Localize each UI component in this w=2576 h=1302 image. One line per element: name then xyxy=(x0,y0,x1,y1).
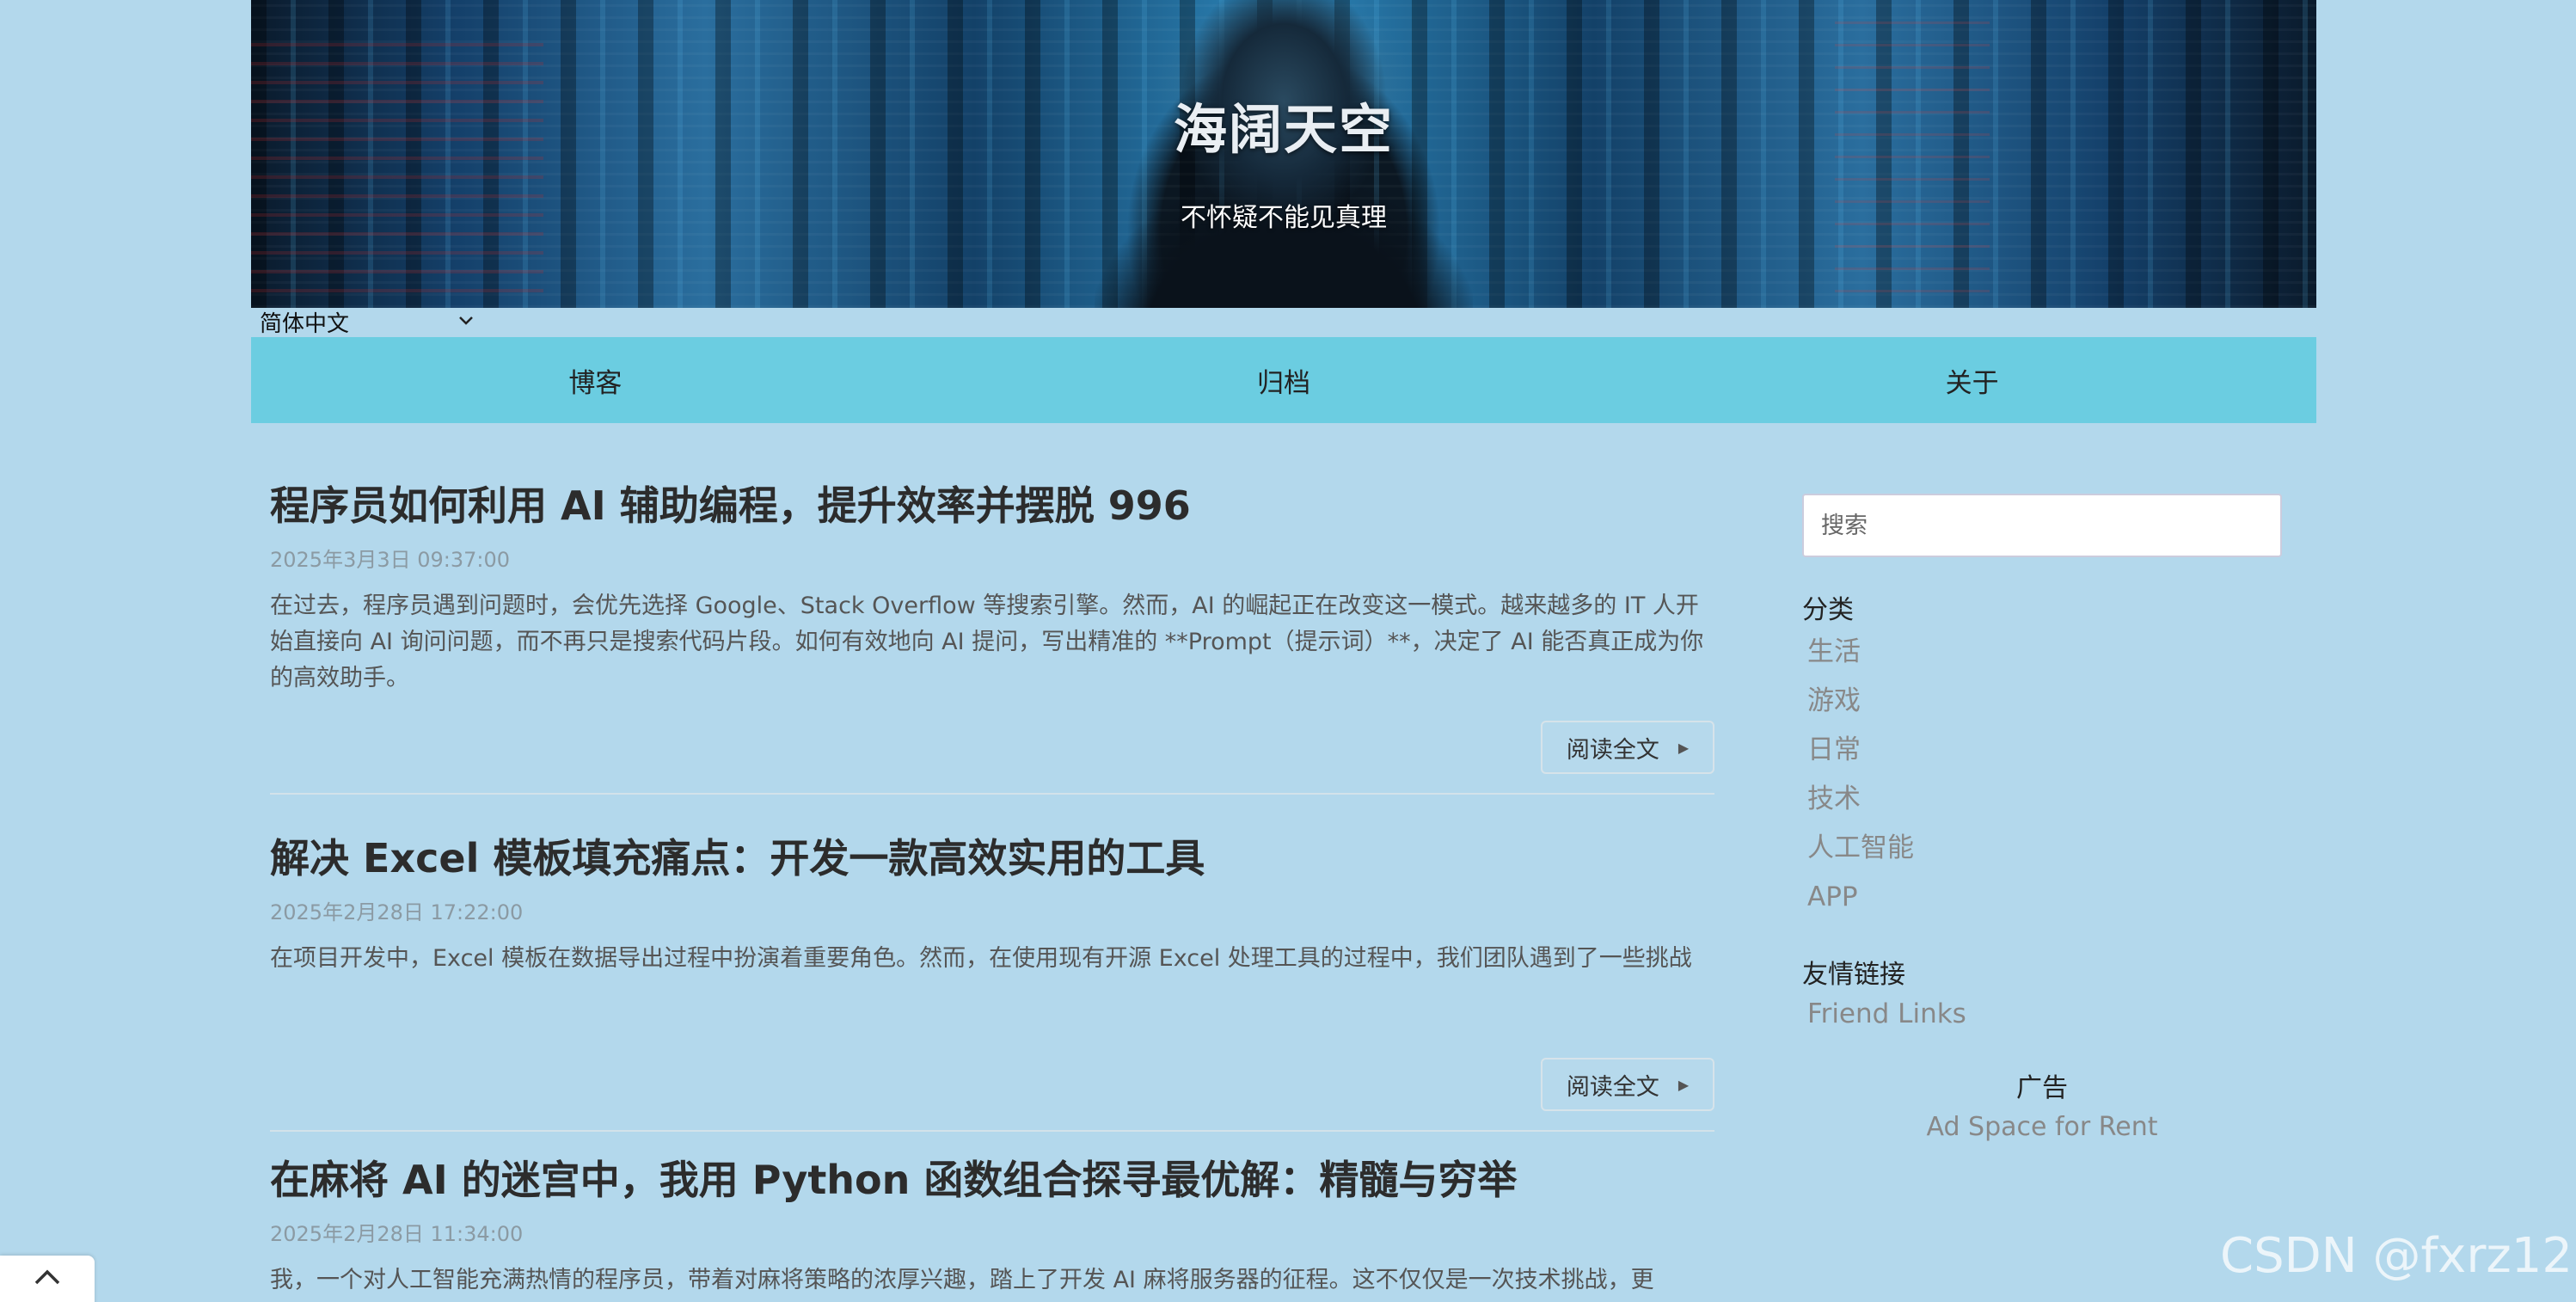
site-container: 海阔天空 不怀疑不能见真理 简体中文 博客 归档 关于 xyxy=(251,0,2316,423)
watermark: CSDN @fxrz12 xyxy=(2220,1228,2573,1284)
category-item-life[interactable]: 生活 xyxy=(1802,628,2282,677)
post-excerpt: 我，一个对人工智能充满热情的程序员，带着对麻将策略的浓厚兴趣，踏上了开发 AI … xyxy=(270,1267,1654,1293)
post-item: 程序员如何利用 AI 辅助编程，提升效率并摆脱 996 2025年3月3日 09… xyxy=(270,464,1714,795)
sidebar: 分类 生活 游戏 日常 技术 人工智能 APP 友情链接 Friend Link… xyxy=(1802,494,2282,1149)
category-item-app[interactable]: APP xyxy=(1802,873,2282,922)
chevron-up-icon xyxy=(34,1269,60,1285)
main-nav: 博客 归档 关于 xyxy=(251,337,2316,423)
category-item-tech[interactable]: 技术 xyxy=(1802,775,2282,824)
post-item: 解决 Excel 模板填充痛点：开发一款高效实用的工具 2025年2月28日 1… xyxy=(270,817,1714,1132)
post-title[interactable]: 程序员如何利用 AI 辅助编程，提升效率并摆脱 996 xyxy=(270,464,1714,547)
post-item: 在麻将 AI 的迷宫中，我用 Python 函数组合探寻最优解：精髓与穷举 20… xyxy=(270,1139,1714,1299)
language-select-value: 简体中文 xyxy=(260,310,350,337)
post-title[interactable]: 在麻将 AI 的迷宫中，我用 Python 函数组合探寻最优解：精髓与穷举 xyxy=(270,1139,1714,1221)
page: 海阔天空 不怀疑不能见真理 简体中文 博客 归档 关于 程序员如何利用 AI 辅… xyxy=(0,0,2576,1302)
caret-right-icon: ▶ xyxy=(1677,739,1690,756)
header-banner: 海阔天空 不怀疑不能见真理 xyxy=(251,0,2316,308)
category-list: 生活 游戏 日常 技术 人工智能 APP xyxy=(1802,628,2282,922)
nav-item-about[interactable]: 关于 xyxy=(1628,337,2316,423)
caret-right-icon: ▶ xyxy=(1677,1076,1690,1093)
post-date: 2025年2月28日 17:22:00 xyxy=(270,900,524,924)
post-date: 2025年3月3日 09:37:00 xyxy=(270,548,511,572)
read-more-label: 阅读全文 xyxy=(1566,1073,1659,1101)
scroll-top-button[interactable] xyxy=(0,1256,95,1302)
nav-item-archive[interactable]: 归档 xyxy=(940,337,1628,423)
site-title[interactable]: 海阔天空 xyxy=(251,86,2316,163)
nav-item-blog[interactable]: 博客 xyxy=(251,337,940,423)
read-more-button[interactable]: 阅读全文 ▶ xyxy=(1541,721,1714,774)
ad-heading: 广告 xyxy=(2016,1073,2068,1103)
category-item-daily[interactable]: 日常 xyxy=(1802,726,2282,775)
site-subtitle: 不怀疑不能见真理 xyxy=(1181,203,1387,233)
chevron-down-icon xyxy=(457,308,475,335)
category-item-games[interactable]: 游戏 xyxy=(1802,677,2282,726)
read-more-button[interactable]: 阅读全文 ▶ xyxy=(1541,1058,1714,1111)
post-date: 2025年2月28日 11:34:00 xyxy=(270,1222,524,1246)
category-item-ai[interactable]: 人工智能 xyxy=(1802,824,2282,873)
read-more-label: 阅读全文 xyxy=(1566,736,1659,764)
friend-link-item[interactable]: Friend Links xyxy=(1802,992,2282,1035)
friend-links-heading: 友情链接 xyxy=(1802,960,1905,990)
post-title[interactable]: 解决 Excel 模板填充痛点：开发一款高效实用的工具 xyxy=(270,817,1714,900)
post-excerpt: 在过去，程序员遇到问题时，会优先选择 Google、Stack Overflow… xyxy=(270,593,1704,691)
search-input[interactable] xyxy=(1802,494,2282,557)
categories-heading: 分类 xyxy=(1802,595,1854,625)
ad-text: Ad Space for Rent xyxy=(1926,1112,2158,1142)
post-excerpt: 在项目开发中，Excel 模板在数据导出过程中扮演着重要角色。然而，在使用现有开… xyxy=(270,945,1692,972)
language-select[interactable]: 简体中文 xyxy=(251,308,475,337)
post-list: 程序员如何利用 AI 辅助编程，提升效率并摆脱 996 2025年3月3日 09… xyxy=(270,464,1714,1299)
